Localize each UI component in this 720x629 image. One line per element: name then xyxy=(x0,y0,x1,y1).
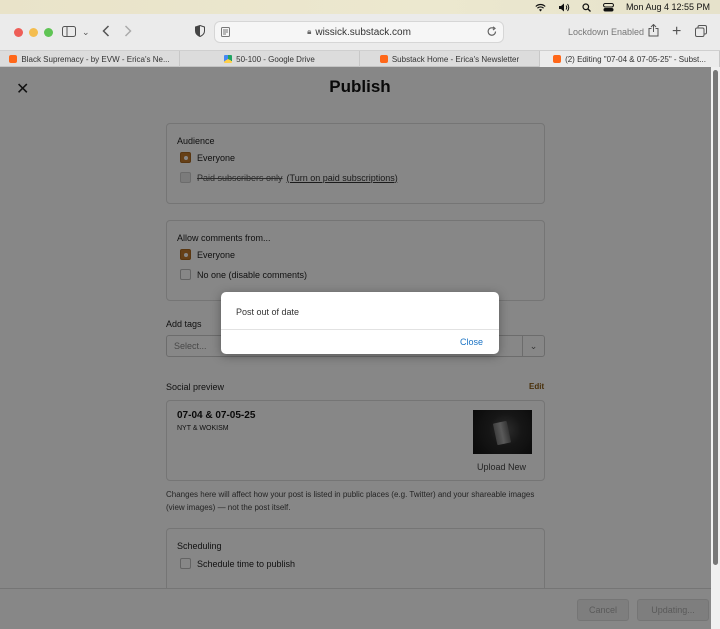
page-info-icon[interactable] xyxy=(221,27,230,40)
share-icon[interactable] xyxy=(648,23,659,40)
substack-icon xyxy=(553,55,562,63)
macos-menubar: Mon Aug 4 12:55 PM xyxy=(0,0,720,14)
alert-dialog: Post out of date Close xyxy=(221,292,499,354)
url-text: wissick.substack.com xyxy=(315,26,411,38)
browser-tab-strip: Black Supremacy - by EVW - Erica's Ne...… xyxy=(0,50,720,67)
lockdown-indicator: Lockdown Enabled xyxy=(568,27,645,37)
chevron-down-icon[interactable]: ⌄ xyxy=(82,24,90,40)
tab-overview-icon[interactable] xyxy=(695,24,707,40)
google-drive-icon xyxy=(224,55,233,63)
substack-icon xyxy=(379,55,388,63)
browser-toolbar: ⌄ 🔒︎ wissick.substack.com Lockdown Enabl… xyxy=(0,14,720,50)
address-bar[interactable]: 🔒︎ wissick.substack.com xyxy=(214,21,504,43)
search-icon[interactable] xyxy=(582,2,591,12)
screen: Mon Aug 4 12:55 PM ⌄ 🔒︎ wissick.substack… xyxy=(0,0,720,629)
scrollbar-thumb[interactable] xyxy=(713,70,718,565)
browser-tab[interactable]: 50-100 - Google Drive xyxy=(180,51,360,67)
wifi-icon[interactable] xyxy=(535,3,546,12)
browser-tab[interactable]: Black Supremacy - by EVW - Erica's Ne... xyxy=(0,51,180,67)
reload-icon[interactable] xyxy=(487,26,497,40)
window-controls xyxy=(14,28,53,37)
close-window-button[interactable] xyxy=(14,28,23,37)
tab-label: Black Supremacy - by EVW - Erica's Ne... xyxy=(21,54,170,64)
zoom-window-button[interactable] xyxy=(44,28,53,37)
minimize-window-button[interactable] xyxy=(29,28,38,37)
back-arrow-icon[interactable] xyxy=(102,24,110,40)
browser-tab-active[interactable]: (2) Editing "07-04 & 07-05-25" - Subst..… xyxy=(540,51,720,67)
dialog-close-button[interactable]: Close xyxy=(460,337,483,347)
substack-icon xyxy=(9,55,18,63)
privacy-shield-icon[interactable] xyxy=(195,24,205,40)
forward-arrow-icon[interactable] xyxy=(124,24,132,40)
sidebar-icon[interactable] xyxy=(62,24,76,40)
menubar-clock[interactable]: Mon Aug 4 12:55 PM xyxy=(626,2,710,12)
new-tab-icon[interactable]: + xyxy=(672,24,681,40)
volume-icon[interactable] xyxy=(558,3,570,12)
control-center-icon[interactable] xyxy=(602,2,614,12)
tab-label: Substack Home - Erica's Newsletter xyxy=(391,54,520,64)
tab-label: 50-100 - Google Drive xyxy=(236,54,315,64)
lock-icon: 🔒︎ xyxy=(307,27,312,36)
browser-tab[interactable]: Substack Home - Erica's Newsletter xyxy=(360,51,540,67)
dialog-divider xyxy=(221,329,499,330)
tab-label: (2) Editing "07-04 & 07-05-25" - Subst..… xyxy=(565,54,706,64)
dialog-message: Post out of date xyxy=(236,307,300,317)
